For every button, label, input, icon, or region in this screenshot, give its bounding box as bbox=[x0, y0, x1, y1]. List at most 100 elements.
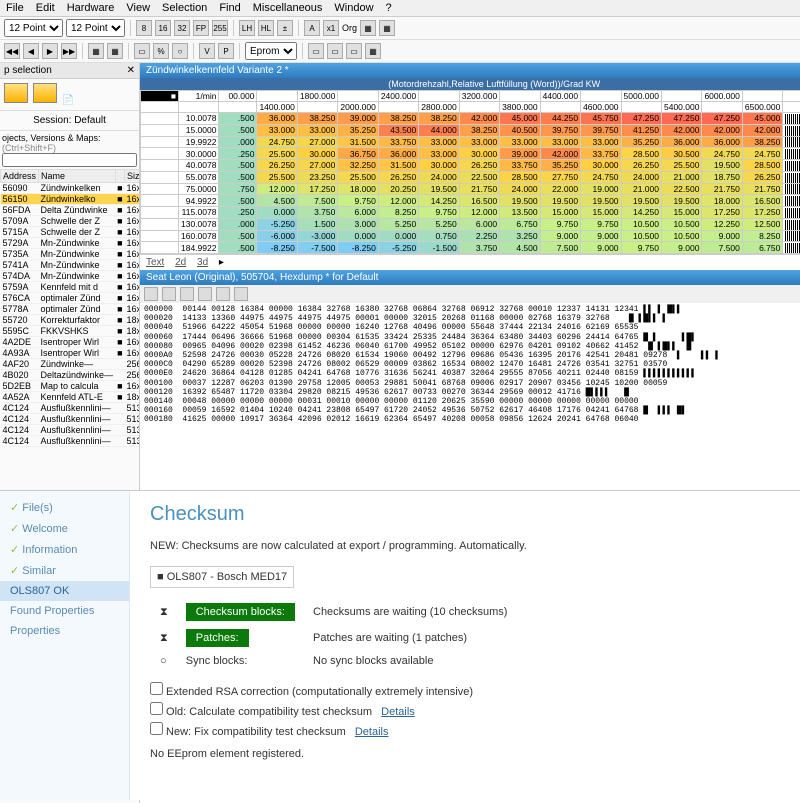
tool-icon[interactable]: ▭ bbox=[134, 43, 150, 59]
map-row[interactable]: 4C124Ausflußkennlini—513x1 bbox=[1, 425, 140, 436]
map-row[interactable]: 56FDADelta Zündwinke■16x12 bbox=[1, 205, 140, 216]
menu-item[interactable]: Find bbox=[219, 2, 240, 14]
cs-checkbox-row[interactable]: Extended RSA correction (computationally… bbox=[150, 682, 780, 698]
new-icon[interactable]: 📄 bbox=[62, 95, 74, 106]
cs-nav-item[interactable]: Properties bbox=[0, 621, 129, 641]
checksum-footer: No EEprom element registered. bbox=[150, 748, 780, 760]
map-row[interactable]: 576CAoptimaler Zünd■16x12 bbox=[1, 293, 140, 304]
folder-open-icon[interactable] bbox=[4, 83, 28, 103]
map-row[interactable]: 4AF20Zündwinke—256x1 bbox=[1, 359, 140, 370]
map-row[interactable]: 5759AKennfeld mit d■16x12 bbox=[1, 282, 140, 293]
tool-icon[interactable]: % bbox=[153, 43, 169, 59]
menu-item[interactable]: ? bbox=[386, 2, 392, 14]
tool-icon[interactable]: ▦ bbox=[365, 43, 381, 59]
folder-icon[interactable] bbox=[33, 83, 57, 103]
tool-icon[interactable]: 255 bbox=[212, 20, 228, 36]
map-row[interactable]: 4C124Ausflußkennlini—513x1 bbox=[1, 403, 140, 414]
tool-icon[interactable]: x1 bbox=[323, 20, 339, 36]
menu-item[interactable]: Miscellaneous bbox=[253, 2, 323, 14]
eprom-select[interactable]: Eprom bbox=[245, 42, 297, 60]
map-row[interactable]: 5729AMn-Zündwinke■16x12 bbox=[1, 238, 140, 249]
details-link[interactable]: Details bbox=[381, 706, 415, 718]
tool-icon[interactable]: P bbox=[218, 43, 234, 59]
tool-icon[interactable]: ○ bbox=[172, 43, 188, 59]
tool-icon[interactable]: HL bbox=[258, 20, 274, 36]
tool-icon[interactable]: ± bbox=[277, 20, 293, 36]
map-row[interactable]: 5735AMn-Zündwinke■16x12 bbox=[1, 249, 140, 260]
cs-nav-item[interactable]: Information bbox=[0, 539, 129, 560]
menu-item[interactable]: File bbox=[6, 2, 24, 14]
tool-icon[interactable]: LH bbox=[239, 20, 255, 36]
tool-icon[interactable]: 16 bbox=[155, 20, 171, 36]
tool-icon[interactable]: FP bbox=[193, 20, 209, 36]
map-row[interactable]: 55720Korrekturfaktor■18x14 bbox=[1, 315, 140, 326]
map-row[interactable]: 4B020Deltazündwinke—256x1 bbox=[1, 370, 140, 381]
tool-icon[interactable]: ▦ bbox=[360, 20, 376, 36]
menu-item[interactable]: Selection bbox=[162, 2, 207, 14]
hex-tool-icon[interactable] bbox=[144, 287, 158, 301]
menu-item[interactable]: View bbox=[126, 2, 150, 14]
map-grid[interactable]: ■1/min00.0001800.0002400.0003200.0004400… bbox=[140, 90, 800, 254]
cs-nav-item[interactable]: Found Properties bbox=[0, 601, 129, 621]
map-row[interactable]: 4A93AIsentroper Wirl■16x16 bbox=[1, 348, 140, 359]
map-row[interactable]: 4C124Ausflußkennlini—513x1 bbox=[1, 414, 140, 425]
axis-label: (Motordrehzahl,Relative Luftfüllung (Wor… bbox=[140, 78, 800, 90]
map-row[interactable]: 5595CFKKVSHKS■18x14 bbox=[1, 326, 140, 337]
nav-icon[interactable]: ◀◀ bbox=[4, 43, 20, 59]
hex-tool-icon[interactable] bbox=[162, 287, 176, 301]
nav-icon[interactable]: ◀ bbox=[23, 43, 39, 59]
cs-label: Sync blocks: bbox=[178, 652, 303, 670]
tool-icon[interactable]: A bbox=[304, 20, 320, 36]
cs-checkbox-row[interactable]: Old: Calculate compatibility test checks… bbox=[150, 702, 780, 718]
panel-header: p selection ✕ bbox=[0, 63, 139, 79]
font-size-2[interactable]: 12 Point bbox=[66, 19, 125, 37]
menu-item[interactable]: Window bbox=[334, 2, 373, 14]
map-row[interactable]: 56150Zündwinkelko■16x12 bbox=[1, 194, 140, 205]
tool-icon[interactable]: ▭ bbox=[327, 43, 343, 59]
map-row[interactable]: 5778Aoptimaler Zünd■16x12 bbox=[1, 304, 140, 315]
cs-status: No sync blocks available bbox=[305, 652, 515, 670]
cs-checkbox-row[interactable]: New: Fix compatibility test checksum Det… bbox=[150, 722, 780, 738]
cs-nav-item[interactable]: OLS807 OK bbox=[0, 581, 129, 601]
tab-Text[interactable]: Text bbox=[146, 257, 164, 268]
cs-action-button[interactable]: Checksum blocks: bbox=[186, 603, 295, 621]
tool-icon[interactable]: 32 bbox=[174, 20, 190, 36]
tab-3d[interactable]: 3d bbox=[197, 257, 208, 268]
map-row[interactable]: 5709ASchwelle der Z■16x12 bbox=[1, 216, 140, 227]
close-icon[interactable]: ✕ bbox=[127, 65, 135, 76]
map-row[interactable]: 5D2EBMap to calcula■16x16 bbox=[1, 381, 140, 392]
map-row[interactable]: 4C124Ausflußkennlini—513x1 bbox=[1, 436, 140, 447]
tool-icon[interactable]: ▭ bbox=[308, 43, 324, 59]
menu-item[interactable]: Hardware bbox=[67, 2, 115, 14]
tab-2d[interactable]: 2d bbox=[175, 257, 186, 268]
filter-input[interactable] bbox=[2, 153, 137, 167]
tool-icon[interactable]: V bbox=[199, 43, 215, 59]
map-row[interactable]: 5741AMn-Zündwinke■16x12 bbox=[1, 260, 140, 271]
font-size-1[interactable]: 12 Point bbox=[4, 19, 63, 37]
cs-nav-item[interactable]: Welcome bbox=[0, 518, 129, 539]
grid-icon[interactable]: ▦ bbox=[88, 43, 104, 59]
map-tabs: Text 2d 3d ▸ bbox=[140, 254, 800, 270]
hex-tool-icon[interactable] bbox=[216, 287, 230, 301]
cs-nav-item[interactable]: Similar bbox=[0, 560, 129, 581]
nav-icon[interactable]: ▶▶ bbox=[61, 43, 77, 59]
map-row[interactable]: 574DAMn-Zündwinke■16x12 bbox=[1, 271, 140, 282]
hex-dump[interactable]: 000000 00144 00128 16384 00000 16384 327… bbox=[140, 303, 800, 426]
cs-nav-item[interactable]: File(s) bbox=[0, 497, 129, 518]
tool-icon[interactable]: 8 bbox=[136, 20, 152, 36]
tool-icon[interactable]: ▦ bbox=[379, 20, 395, 36]
map-row[interactable]: 5715ASchwelle der Z■16x12 bbox=[1, 227, 140, 238]
menu-item[interactable]: Edit bbox=[36, 2, 55, 14]
details-link[interactable]: Details bbox=[355, 726, 389, 738]
map-row[interactable]: 4A2DEIsentroper Wirl■16x16 bbox=[1, 337, 140, 348]
grid-icon[interactable]: ▦ bbox=[107, 43, 123, 59]
nav-icon[interactable]: ▶ bbox=[42, 43, 58, 59]
map-row[interactable]: 56090Zündwinkelken■16x12 bbox=[1, 183, 140, 194]
tool-icon[interactable]: ▭ bbox=[346, 43, 362, 59]
hex-tool-icon[interactable] bbox=[234, 287, 248, 301]
map-row[interactable]: 4A52AKennfeld ATL-E■18x16 bbox=[1, 392, 140, 403]
checksum-panel: File(s)WelcomeInformationSimilarOLS807 O… bbox=[0, 490, 800, 800]
hex-tool-icon[interactable] bbox=[180, 287, 194, 301]
cs-action-button[interactable]: Patches: bbox=[186, 629, 249, 647]
hex-tool-icon[interactable] bbox=[198, 287, 212, 301]
